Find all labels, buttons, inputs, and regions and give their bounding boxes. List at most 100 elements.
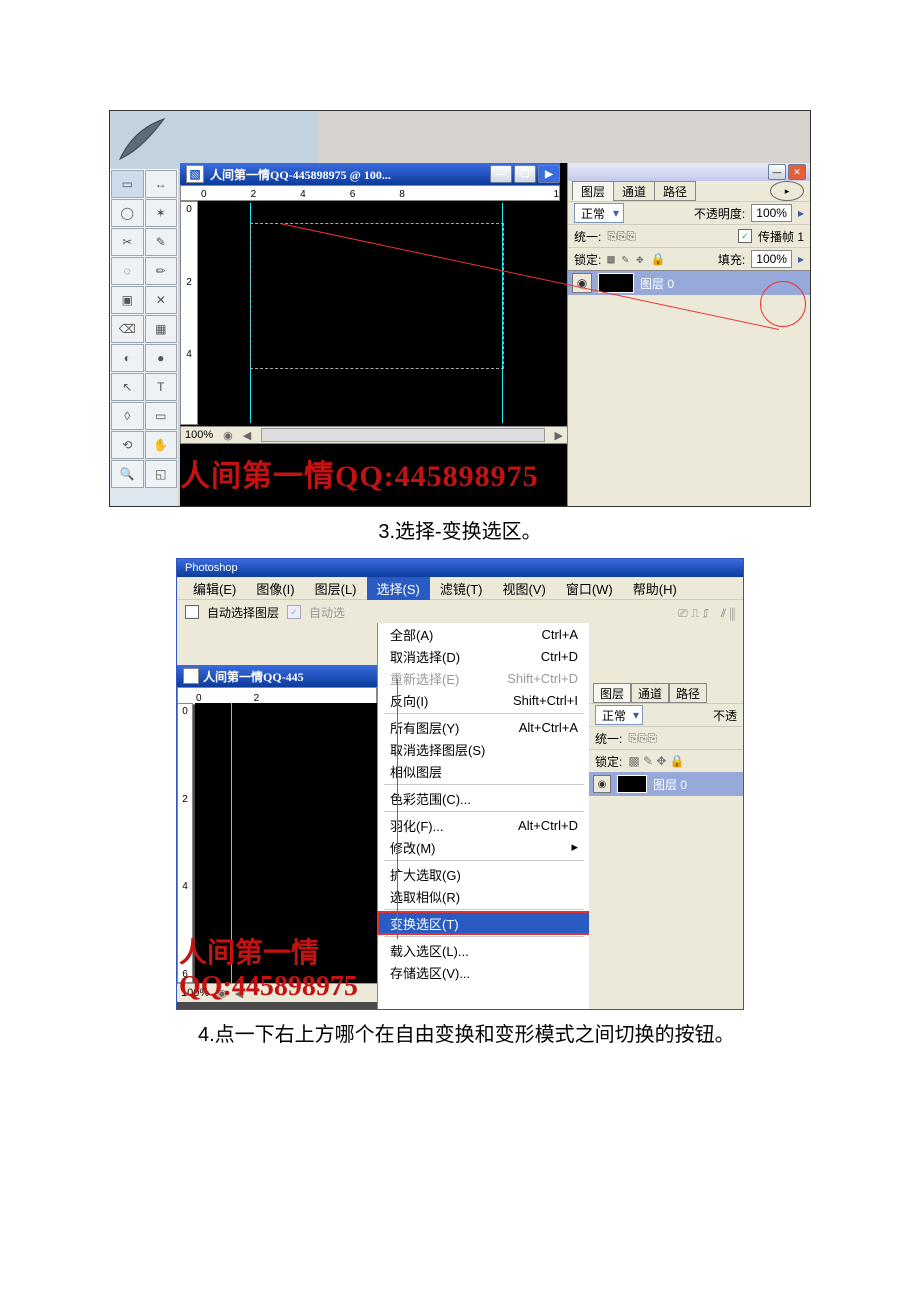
blend-mode-select[interactable]: 正常 [574,203,624,223]
auto-select-2-label: 自动选 [309,604,345,621]
tool-pen[interactable]: ◊ [111,402,144,430]
layer-name: 图层 0 [640,275,674,292]
fill-value[interactable]: 100% [751,250,792,268]
document-icon [183,668,199,684]
tool-shape[interactable]: ▭ [145,402,178,430]
selection-marquee [250,223,504,369]
menu-item-color-range[interactable]: 色彩范围(C)... [378,787,590,809]
tool-text[interactable]: T [145,373,178,401]
menu-item-deselect[interactable]: 取消选择(D)Ctrl+D [378,645,590,667]
tool-hand[interactable]: 🔍 [111,460,144,488]
menu-image[interactable]: 图像(I) [246,577,304,600]
auto-select-checkbox[interactable] [185,605,199,619]
doc-info-icon[interactable]: ◉ [223,429,233,442]
layer-thumbnail [598,273,634,293]
menu-item-save-selection[interactable]: 存储选区(V)... [378,961,590,983]
menu-item-grow[interactable]: 扩大选取(G) [378,863,590,885]
panel-minimize-icon[interactable]: — [768,164,786,180]
scroll-right-icon[interactable]: ▶ [555,429,563,442]
annotation-circle [760,281,806,327]
menu-view[interactable]: 视图(V) [492,577,555,600]
tool-brush[interactable]: ✏ [145,257,178,285]
tool-dodge[interactable]: ● [145,344,178,372]
lock-label: 锁定: [574,251,601,268]
canvas[interactable] [200,203,560,423]
align-icons[interactable]: ⎚ ⎍ ⎎ ⫽ ⫼ [678,604,735,621]
menu-item-all[interactable]: 全部(A)Ctrl+A [378,623,590,645]
tool-path[interactable]: ↖ [111,373,144,401]
menu-item-similar-layers[interactable]: 相似图层 [378,760,590,782]
tool-slice[interactable]: ✎ [145,228,178,256]
tab-layers[interactable]: 图层 [593,683,631,703]
tab-channels[interactable]: 通道 [613,181,655,201]
menu-item-deselect-layers[interactable]: 取消选择图层(S) [378,738,590,760]
menu-filter[interactable]: 滤镜(T) [430,577,493,600]
opacity-label: 不透明度: [694,205,745,222]
scroll-left-icon[interactable]: ◀ [243,429,251,442]
tool-wand[interactable]: ✶ [145,199,178,227]
maximize-button[interactable]: ☐ [514,165,536,183]
menu-window[interactable]: 窗口(W) [556,577,623,600]
caption-2: 4.点一下右上方哪个在自由变换和变形模式之间切换的按钮。 [0,1018,920,1047]
visibility-icon[interactable]: ◉ [593,775,611,793]
menu-item-transform-selection[interactable]: 变换选区(T) [378,912,590,934]
blend-mode-select[interactable]: 正常 [595,705,643,725]
tab-channels[interactable]: 通道 [631,683,669,703]
layer-row[interactable]: ◉ 图层 0 [589,772,743,796]
menu-item-similar[interactable]: 选取相似(R) [378,885,590,907]
menubar: 编辑(E) 图像(I) 图层(L) 选择(S) 滤镜(T) 视图(V) 窗口(W… [177,577,743,599]
propagate-checkbox[interactable]: ✓ [738,229,752,243]
tool-marquee[interactable]: ▭ [111,170,144,198]
menu-layer[interactable]: 图层(L) [305,577,367,600]
unify-icon[interactable]: ⎘⎘⎘ [607,229,636,244]
visibility-icon[interactable]: ◉ [572,273,592,293]
watermark: 人间第一情QQ:445898975 [179,931,377,1003]
document-titlebar[interactable]: ▧ 人间第一情QQ-445898975 @ 100... — ☐ ▶ [180,163,560,185]
next-button[interactable]: ▶ [538,165,560,183]
window-buttons: — ☐ ▶ [490,163,560,185]
ruler-vertical: 024 [180,201,198,425]
zoom-level[interactable]: 100% [185,429,213,441]
panel-close-icon[interactable]: ✕ [788,164,806,180]
scrollbar[interactable] [261,428,544,442]
blend-row: 正常 不透明度: 100% ▸ [568,201,810,224]
menu-edit[interactable]: 编辑(E) [183,577,246,600]
opacity-value[interactable]: 100% [751,204,792,222]
menu-item-feather[interactable]: 羽化(F)...Alt+Ctrl+D [378,814,590,836]
tool-blur[interactable]: ◐ [111,344,144,372]
minimize-button[interactable]: — [490,165,512,183]
unify-icons[interactable]: ⎘⎘⎘ [628,731,657,746]
lock-row: 锁定: ▩ ✎ ✥ 🔒 [589,749,743,772]
opacity-arrow-icon[interactable]: ▸ [798,206,804,220]
auto-select-2-checkbox[interactable]: ✓ [287,605,301,619]
fill-arrow-icon[interactable]: ▸ [798,252,804,266]
tool-eraser[interactable]: ⌫ [111,315,144,343]
menu-item-inverse[interactable]: 反向(I)Shift+Ctrl+I [378,689,590,711]
tool-notes[interactable]: ⟲ [111,431,144,459]
tab-paths[interactable]: 路径 [654,181,696,201]
menu-select[interactable]: 选择(S) [367,577,430,600]
tool-lasso[interactable]: ◯ [111,199,144,227]
tool-gradient[interactable]: ▦ [145,315,178,343]
tab-paths[interactable]: 路径 [669,683,707,703]
lock-icons[interactable]: ▩ ✎ ✥ 🔒 [628,754,684,768]
select-menu-dropdown: 全部(A)Ctrl+A 取消选择(D)Ctrl+D 重新选择(E)Shift+C… [377,623,591,1010]
panel-titlebar[interactable]: —✕ [568,163,810,181]
tab-layers[interactable]: 图层 [572,181,614,201]
tool-crop[interactable]: ✂ [111,228,144,256]
menu-item-modify[interactable]: 修改(M)▸ [378,836,590,858]
menu-item-all-layers[interactable]: 所有图层(Y)Alt+Ctrl+A [378,716,590,738]
menu-help[interactable]: 帮助(H) [623,577,687,600]
tool-heal[interactable]: ◌ [111,257,144,285]
menu-item-load-selection[interactable]: 载入选区(L)... [378,939,590,961]
panel-menu-icon[interactable]: ▸ [770,181,804,201]
tool-eyedrop[interactable]: ✋ [145,431,178,459]
tool-history[interactable]: ✕ [145,286,178,314]
tool-move[interactable]: ↔ [145,170,178,198]
unify-label: 统一: [574,228,601,245]
lock-row: 锁定: ▩ ✎ ✥ 🔒 填充: 100% ▸ [568,247,810,270]
lock-icons[interactable]: ▩ ✎ ✥ 🔒 [607,252,665,266]
tool-stamp[interactable]: ▣ [111,286,144,314]
tool-zoom[interactable]: ◱ [145,460,178,488]
document-titlebar[interactable]: 人间第一情QQ-445 [177,665,377,687]
